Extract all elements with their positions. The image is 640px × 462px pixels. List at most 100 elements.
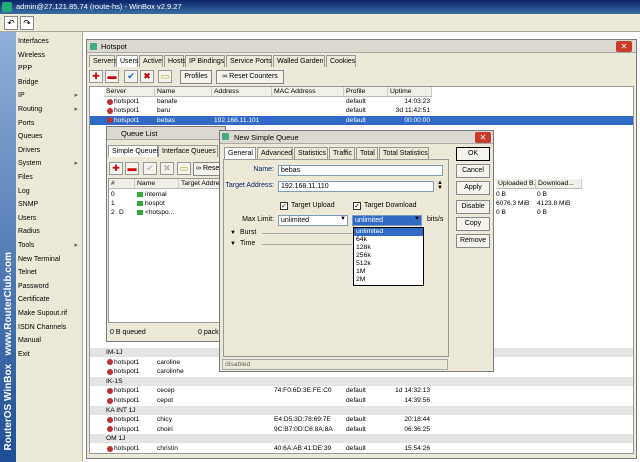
upload-chevron-down-icon[interactable]: ▼ [340, 216, 346, 222]
sidebar-item[interactable]: Log [18, 185, 80, 199]
remove-icon[interactable]: ▬ [105, 70, 119, 83]
apply-button[interactable]: Apply [456, 181, 490, 195]
sidebar-item[interactable]: ISDN Channels [18, 321, 80, 335]
tab-service-ports[interactable]: Service Ports [226, 55, 272, 67]
tab-general[interactable]: General [224, 147, 256, 159]
tab-advanced[interactable]: Advanced [257, 147, 293, 159]
sidebar-item[interactable]: PPP [18, 62, 80, 76]
tab-traffic[interactable]: Traffic [329, 147, 355, 159]
sidebar-item[interactable]: SNMP [18, 198, 80, 212]
reset-counters-button[interactable]: ∞ Reset Counters [216, 70, 284, 84]
user-icon [107, 445, 113, 452]
col-uptime[interactable]: Uptime [388, 87, 432, 97]
queue-add-icon[interactable]: ✚ [109, 162, 123, 175]
cell-server: hotspot1 [114, 368, 140, 376]
sidebar-item[interactable]: Password [18, 280, 80, 294]
target-upload-checkbox[interactable]: ✓ [280, 202, 288, 210]
queue-name[interactable]: <hotspo... [145, 208, 179, 217]
ok-button[interactable]: OK [456, 147, 490, 161]
queue-name[interactable]: internal [145, 190, 179, 199]
sidebar-item[interactable]: Certificate [18, 293, 80, 307]
col-name[interactable]: Name [155, 87, 212, 97]
queue-enable-icon[interactable]: ✔ [143, 162, 157, 175]
queue-remove-icon[interactable]: ▬ [125, 162, 139, 175]
tab-total[interactable]: Total [356, 147, 378, 159]
sidebar-item[interactable]: IP ▸ [18, 89, 80, 103]
col-mac-address[interactable]: MAC Address [272, 87, 344, 97]
sidebar-item[interactable]: Make Supout.rif [18, 307, 80, 321]
target-address-field[interactable]: 192.168.11.110 [278, 181, 434, 192]
col-profile[interactable]: Profile [344, 87, 388, 97]
cell-server: hotspot1 [114, 107, 140, 115]
sidebar-item[interactable]: Interfaces [18, 35, 80, 49]
bandwidth-option[interactable]: 2M [354, 276, 423, 284]
burst-section[interactable]: Burst [240, 228, 256, 238]
download-chevron-down-icon[interactable]: ▼ [414, 216, 420, 222]
sidebar-item[interactable]: Files [18, 171, 80, 185]
sidebar-item[interactable]: Tools ▸ [18, 239, 80, 253]
disable-button[interactable]: Disable [456, 200, 490, 214]
sidebar-item[interactable]: Telnet [18, 266, 80, 280]
target-upload-label: Target Upload [291, 202, 335, 209]
tab-walled-garden[interactable]: Walled Garden [273, 55, 325, 67]
sidebar-item[interactable]: Drivers [18, 144, 80, 158]
sidebar-item[interactable]: Radius [18, 225, 80, 239]
sidebar-item[interactable]: Ports [18, 117, 80, 131]
col-server[interactable]: Server [104, 87, 155, 97]
tab-total-statistics[interactable]: Total Statistics [379, 147, 429, 159]
download-limit-select[interactable]: unlimited [352, 215, 422, 226]
bandwidth-dropdown: unlimited 64k 128k 256k 512k 1M 2M [353, 227, 424, 286]
bandwidth-option[interactable]: 256k [354, 252, 423, 260]
time-collapse-icon[interactable]: ▼ [230, 241, 236, 247]
tab-ip-bindings[interactable]: IP Bindings [185, 55, 225, 67]
sidebar-item[interactable]: New Terminal [18, 253, 80, 267]
profiles-button[interactable]: Profiles [180, 70, 212, 84]
queue-disable-icon[interactable]: ✖ [160, 162, 174, 175]
sidebar-item[interactable]: Bridge [18, 76, 80, 90]
queue-col-name: Name [135, 179, 179, 189]
tab-hosts[interactable]: Hosts [164, 55, 186, 67]
sidebar-item[interactable]: Manual [18, 334, 80, 348]
tab-interface-queues[interactable]: Interface Queues [158, 145, 218, 157]
bandwidth-option[interactable]: unlimited [354, 228, 423, 236]
sidebar-item[interactable]: Exit [18, 348, 80, 362]
queue-name[interactable]: hospot [145, 199, 179, 208]
target-spin-icon[interactable]: ▲ ▼ [436, 180, 444, 192]
app-icon [2, 2, 12, 12]
time-section[interactable]: Time [240, 239, 255, 249]
sidebar-item[interactable]: Users [18, 212, 80, 226]
comment-icon[interactable]: ▭ [158, 70, 172, 83]
bandwidth-option[interactable]: 128k [354, 244, 423, 252]
undo-button[interactable]: ↶ [4, 16, 18, 30]
remove-button[interactable]: Remove [456, 234, 490, 248]
tab-simple-queues[interactable]: Simple Queues [108, 145, 160, 157]
tab-servers[interactable]: Servers [89, 55, 117, 67]
tab-cookies[interactable]: Cookies [326, 55, 356, 67]
bandwidth-option[interactable]: 512k [354, 260, 423, 268]
cell-profile: default [346, 416, 366, 424]
disable-icon[interactable]: ✖ [140, 70, 154, 83]
redo-button[interactable]: ↷ [20, 16, 34, 30]
col-address[interactable]: Address [212, 87, 272, 97]
bandwidth-option[interactable]: 64k [354, 236, 423, 244]
add-icon[interactable]: ✚ [89, 70, 103, 83]
upload-limit-select[interactable]: unlimited [278, 215, 348, 226]
hotspot-close-icon[interactable]: ✕ [616, 41, 632, 52]
cancel-button[interactable]: Cancel [456, 164, 490, 178]
bandwidth-option[interactable]: 1M [354, 268, 423, 276]
target-download-checkbox[interactable]: ✓ [353, 202, 361, 210]
sidebar-item[interactable]: Queues [18, 130, 80, 144]
sidebar-item[interactable]: System ▸ [18, 157, 80, 171]
tab-active[interactable]: Active [139, 55, 163, 67]
tab-statistics[interactable]: Statistics [294, 147, 328, 159]
enable-icon[interactable]: ✔ [124, 70, 138, 83]
sidebar-item[interactable]: Wireless [18, 49, 80, 63]
queue-flag [119, 199, 127, 208]
name-field[interactable]: bebas [278, 165, 443, 176]
sidebar-item[interactable]: Routing ▸ [18, 103, 80, 117]
dialog-close-icon[interactable]: ✕ [475, 132, 491, 143]
queue-comment-icon[interactable]: ▭ [177, 162, 191, 175]
tab-users[interactable]: Users [116, 55, 138, 67]
burst-collapse-icon[interactable]: ▼ [230, 230, 236, 236]
copy-button[interactable]: Copy [456, 217, 490, 231]
